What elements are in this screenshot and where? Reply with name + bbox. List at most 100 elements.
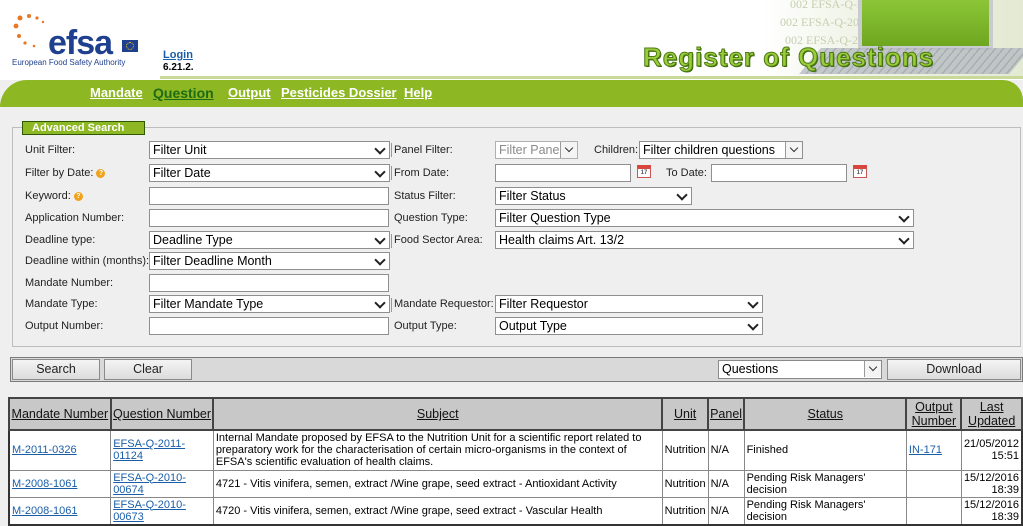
- time-text: 15:51: [991, 450, 1019, 463]
- clear-button[interactable]: Clear: [104, 359, 192, 380]
- to-date-label: To Date:: [666, 167, 707, 179]
- chevron-down-icon: [864, 361, 881, 377]
- column-header-last-updated[interactable]: Last Updated: [960, 397, 1023, 431]
- last-updated-cell: 21/05/2012 15:51: [960, 429, 1023, 471]
- column-header-question-number[interactable]: Question Number: [109, 397, 215, 431]
- header-banner: 002 EFSA-Q-2004-034 EFSA-Q-2005- 002 EFS…: [560, 0, 1023, 78]
- subject-cell: 4720 - Vitis vinifera, semen, extract /W…: [212, 496, 663, 525]
- column-header-label: Panel: [710, 407, 743, 421]
- mandate-requestor-label: Mandate Requestor:: [394, 298, 494, 310]
- filter-date-select[interactable]: Filter Date: [149, 164, 390, 182]
- panel-cell: N/A: [707, 429, 745, 471]
- children-select[interactable]: Filter children questions: [639, 141, 803, 159]
- question-cell: EFSA-Q-2010-00674: [110, 469, 214, 498]
- mandate-type-select[interactable]: Filter Mandate Type: [149, 295, 390, 313]
- deadline-month-select[interactable]: Filter Deadline Month: [149, 252, 390, 270]
- application-number-input[interactable]: [149, 209, 389, 227]
- column-header-unit[interactable]: Unit: [661, 397, 710, 431]
- column-header-subject[interactable]: Subject: [212, 397, 664, 431]
- question-link[interactable]: EFSA-Q-2011-01124: [113, 438, 185, 462]
- column-header-mandate-number[interactable]: Mandate Number: [8, 397, 112, 431]
- output-link[interactable]: IN-171: [909, 444, 942, 456]
- column-header-status[interactable]: Status: [743, 397, 908, 431]
- column-header-output-number[interactable]: Output Number: [905, 397, 963, 431]
- application-number-label: Application Number:: [25, 212, 125, 224]
- output-type-select[interactable]: Output Type: [495, 317, 763, 335]
- column-separator: [391, 298, 392, 312]
- column-header-label: Question Number: [113, 407, 212, 421]
- mandate-number-label: Mandate Number:: [25, 277, 114, 289]
- column-header-label: Output Number: [911, 400, 957, 428]
- status-filter-select[interactable]: Filter Status: [495, 187, 692, 205]
- nav-question[interactable]: Question: [153, 85, 214, 101]
- nav-help[interactable]: Help: [404, 85, 432, 100]
- column-header-label: Last Updated: [968, 400, 1016, 428]
- panel-filter-value: Filter Panel: [499, 143, 563, 157]
- table-row: M-2008-1061 EFSA-Q-2010-00674 4721 - Vit…: [8, 469, 1023, 498]
- column-header-panel[interactable]: Panel: [707, 397, 746, 431]
- login-link[interactable]: Login: [163, 49, 193, 61]
- export-type-select[interactable]: Questions: [718, 360, 882, 379]
- eu-flag-icon: [122, 40, 138, 52]
- filter-by-date-label: Filter by Date:?: [25, 167, 106, 179]
- calendar-icon[interactable]: 17: [853, 165, 867, 178]
- efsa-logo[interactable]: efsa European Food Safety Authority: [10, 12, 140, 72]
- question-link[interactable]: EFSA-Q-2010-00674: [113, 472, 186, 496]
- logo-tagline: European Food Safety Authority: [12, 58, 126, 67]
- nav-output[interactable]: Output: [228, 85, 271, 100]
- status-cell: Pending Risk Managers' decision: [743, 469, 907, 498]
- mandate-number-input[interactable]: [149, 274, 389, 292]
- deadline-type-label: Deadline type:: [25, 234, 96, 246]
- help-icon[interactable]: ?: [96, 169, 106, 178]
- last-updated-cell: 15/12/2016 18:39: [960, 469, 1023, 498]
- calendar-icon[interactable]: 17: [637, 165, 651, 178]
- question-link[interactable]: EFSA-Q-2010-00673: [113, 499, 186, 523]
- deadline-type-select[interactable]: Deadline Type: [149, 231, 390, 249]
- date-text: 21/05/2012: [963, 438, 1019, 451]
- column-header-label: Status: [807, 407, 843, 421]
- mandate-link[interactable]: M-2008-1061: [12, 478, 77, 490]
- deadline-within-label: Deadline within (months):: [25, 255, 150, 267]
- keyword-label: Keyword:?: [25, 190, 83, 202]
- keyword-label-text: Keyword:: [25, 190, 71, 202]
- mandate-requestor-select[interactable]: Filter Requestor: [495, 295, 763, 313]
- mandate-link[interactable]: M-2008-1061: [12, 505, 77, 517]
- children-value: Filter children questions: [643, 143, 776, 157]
- logo-wordmark: efsa: [48, 24, 113, 62]
- panel-filter-label: Panel Filter:: [394, 144, 453, 156]
- mandate-cell: M-2011-0326: [8, 429, 112, 471]
- help-icon[interactable]: ?: [73, 192, 83, 201]
- search-button[interactable]: Search: [12, 359, 100, 380]
- from-date-label: From Date:: [394, 167, 450, 179]
- output-type-label: Output Type:: [394, 320, 457, 332]
- nav-mandate[interactable]: Mandate: [90, 85, 143, 100]
- subject-cell: 4721 - Vitis vinifera, semen, extract /W…: [212, 469, 663, 498]
- export-type-value: Questions: [722, 362, 779, 376]
- output-number-input[interactable]: [149, 317, 389, 335]
- date-text: 15/12/2016: [963, 471, 1019, 484]
- table-header-row: Mandate Number Question Number Subject U…: [8, 397, 1023, 431]
- keyword-input[interactable]: [149, 187, 389, 205]
- download-button[interactable]: Download: [887, 359, 1021, 380]
- nav-pesticides-dossier[interactable]: Pesticides Dossier: [281, 85, 397, 100]
- food-sector-area-select[interactable]: Health claims Art. 13/2: [495, 231, 914, 249]
- unit-cell: Nutrition: [661, 429, 709, 471]
- from-date-input[interactable]: [495, 164, 631, 182]
- results-table: Mandate Number Question Number Subject U…: [8, 397, 1023, 526]
- table-row: M-2011-0326 EFSA-Q-2011-01124 Internal M…: [8, 429, 1023, 471]
- to-date-input[interactable]: [711, 164, 847, 182]
- column-separator: [391, 166, 392, 180]
- unit-filter-select[interactable]: Filter Unit: [149, 141, 390, 159]
- panel-filter-select[interactable]: Filter Panel: [495, 141, 578, 159]
- panel-cell: N/A: [707, 496, 745, 525]
- column-header-label: Unit: [673, 407, 697, 421]
- food-sector-area-label: Food Sector Area:: [394, 234, 483, 246]
- table-row: M-2008-1061 EFSA-Q-2010-00673 4720 - Vit…: [8, 496, 1023, 525]
- status-cell: Pending Risk Managers' decision: [743, 496, 907, 525]
- mandate-link[interactable]: M-2011-0326: [12, 444, 77, 456]
- chevron-down-icon: [785, 142, 802, 158]
- subject-cell: Internal Mandate proposed by EFSA to the…: [212, 429, 663, 471]
- output-cell: [905, 496, 962, 525]
- question-cell: EFSA-Q-2011-01124: [110, 429, 214, 471]
- question-type-select[interactable]: Filter Question Type: [495, 209, 914, 227]
